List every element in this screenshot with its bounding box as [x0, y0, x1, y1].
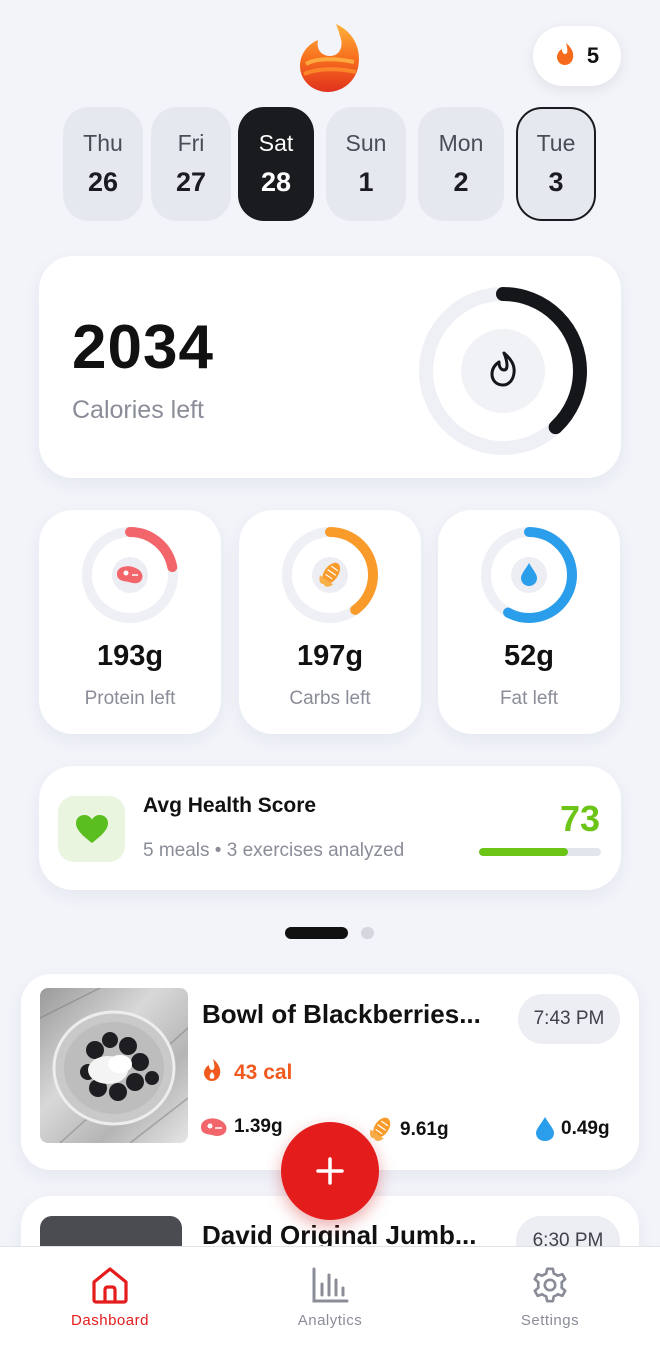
- tab-label: Settings: [520, 1312, 580, 1329]
- day-name: Mon: [438, 130, 484, 156]
- macro-card-fat[interactable]: 52g Fat left: [438, 510, 620, 734]
- day-sat-selected[interactable]: Sat 28: [238, 107, 314, 221]
- meal-calories-value: 43 cal: [234, 1061, 293, 1084]
- corn-icon: [370, 1117, 391, 1141]
- health-score-card[interactable]: [39, 766, 621, 890]
- page-indicator-dot[interactable]: [361, 927, 374, 939]
- day-date: 26: [87, 167, 119, 197]
- fat-ring: [481, 527, 577, 623]
- macro-card-carbs[interactable]: 197g Carbs left: [239, 510, 421, 734]
- day-tue-today[interactable]: Tue 3: [516, 107, 596, 221]
- steak-icon: [201, 1118, 227, 1136]
- protein-value: 193g: [96, 640, 164, 672]
- streak-count: 5: [586, 43, 600, 68]
- calories-ring: [413, 281, 593, 461]
- macro-card-protein[interactable]: 193g Protein left: [39, 510, 221, 734]
- day-name: Tue: [536, 130, 576, 156]
- meal-carbs: 9.61g: [366, 1116, 449, 1144]
- day-date: 1: [358, 167, 374, 197]
- flame-icon: [202, 1058, 222, 1088]
- meal-carbs-value: 9.61g: [400, 1119, 449, 1140]
- health-score-bar-fill: [479, 848, 569, 856]
- day-sun[interactable]: Sun 1: [326, 107, 406, 221]
- carbs-label: Carbs left: [289, 688, 371, 709]
- home-icon: [92, 1267, 128, 1304]
- protein-label: Protein left: [84, 688, 176, 709]
- meal-title: Bowl of Blackberries...: [202, 999, 481, 1029]
- calories-label: Calories left: [72, 396, 204, 424]
- day-name: Sat: [258, 130, 294, 156]
- tab-dashboard[interactable]: Dashboard: [30, 1266, 190, 1329]
- meal-protein-value: 1.39g: [234, 1116, 283, 1137]
- heart-badge: [58, 796, 125, 862]
- add-meal-button[interactable]: [281, 1122, 379, 1220]
- health-score-value: 73: [559, 798, 600, 839]
- meal-protein: 1.39g: [200, 1116, 283, 1138]
- flame-icon: [555, 42, 575, 71]
- day-date: 3: [548, 167, 564, 197]
- calories-value: 2034: [72, 313, 214, 382]
- meal-fat-value: 0.49g: [561, 1118, 610, 1139]
- fat-label: Fat left: [499, 688, 559, 709]
- tab-analytics[interactable]: Analytics: [250, 1266, 410, 1329]
- day-date: 28: [260, 167, 292, 197]
- meal-calories: 43 cal: [202, 1058, 292, 1088]
- day-mon[interactable]: Mon 2: [418, 107, 504, 221]
- tab-label: Dashboard: [71, 1312, 149, 1329]
- gear-icon: [533, 1267, 567, 1303]
- day-date: 27: [175, 167, 207, 197]
- meal-photo: [40, 988, 188, 1143]
- day-name: Fri: [177, 130, 205, 156]
- tab-settings[interactable]: Settings: [470, 1266, 630, 1329]
- heart-icon: [75, 815, 108, 843]
- fat-value: 52g: [504, 640, 554, 672]
- day-fri[interactable]: Fri 27: [151, 107, 231, 221]
- bar-chart-icon: [312, 1267, 349, 1303]
- protein-ring: [82, 527, 178, 623]
- app-logo-flame: [296, 22, 364, 94]
- health-score-title: Avg Health Score: [143, 794, 317, 817]
- day-name: Thu: [83, 130, 123, 156]
- carbs-ring: [282, 527, 378, 623]
- streak-badge[interactable]: 5: [533, 26, 621, 86]
- meal-time-badge: 7:43 PM: [518, 994, 620, 1044]
- page-indicator-active[interactable]: [285, 927, 348, 939]
- carbs-value: 197g: [296, 640, 364, 672]
- health-score-subtitle: 5 meals • 3 exercises analyzed: [143, 840, 405, 861]
- tab-label: Analytics: [297, 1312, 363, 1329]
- plus-icon: [316, 1157, 344, 1185]
- health-score-bar: [479, 848, 601, 856]
- day-date: 2: [453, 167, 469, 197]
- water-drop-icon: [536, 1117, 554, 1141]
- day-name: Sun: [345, 130, 387, 156]
- meal-fat: 0.49g: [535, 1116, 610, 1142]
- day-thu[interactable]: Thu 26: [63, 107, 143, 221]
